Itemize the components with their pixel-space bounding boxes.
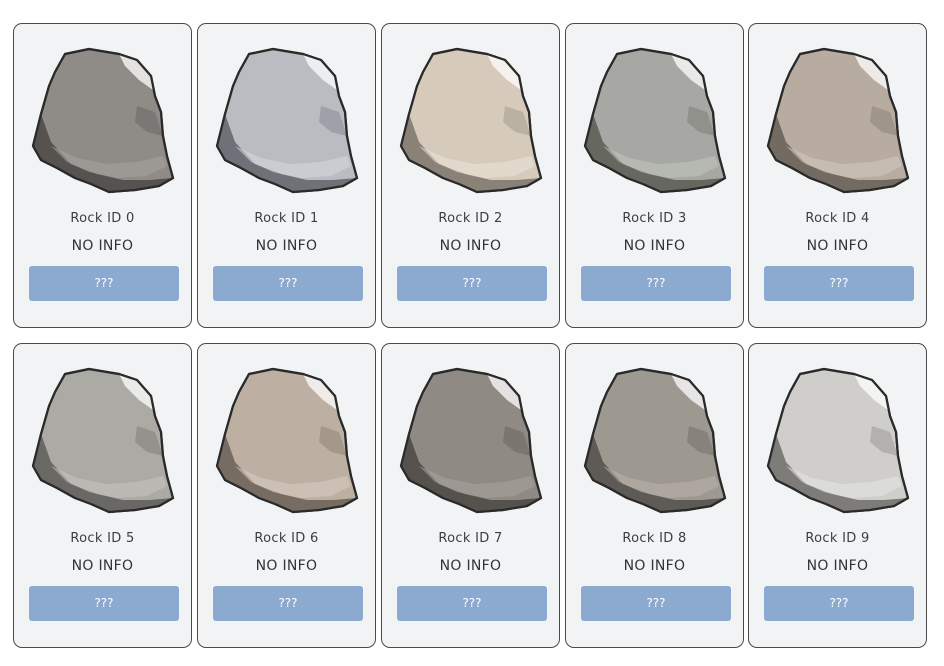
rock-card-1: Rock ID 1 NO INFO ???: [197, 23, 376, 328]
rock-image: [762, 46, 914, 196]
rock-action-button[interactable]: ???: [29, 586, 179, 621]
rock-image: [395, 366, 547, 516]
rock-id-label: Rock ID 0: [70, 211, 135, 226]
rock-action-button[interactable]: ???: [397, 586, 547, 621]
rock-id-label: Rock ID 4: [805, 211, 870, 226]
rock-action-button[interactable]: ???: [213, 266, 363, 301]
rock-action-button[interactable]: ???: [581, 266, 731, 301]
rock-card-6: Rock ID 6 NO INFO ???: [197, 343, 376, 648]
rock-card-2: Rock ID 2 NO INFO ???: [381, 23, 560, 328]
rock-card-9: Rock ID 9 NO INFO ???: [748, 343, 927, 648]
rock-image: [579, 46, 731, 196]
rock-id-label: Rock ID 9: [805, 531, 870, 546]
rock-info-text: NO INFO: [255, 238, 318, 254]
rock-image: [762, 366, 914, 516]
rock-id-label: Rock ID 5: [70, 531, 135, 546]
rock-card-5: Rock ID 5 NO INFO ???: [13, 343, 192, 648]
rock-info-text: NO INFO: [255, 558, 318, 574]
rock-info-text: NO INFO: [439, 558, 502, 574]
rock-action-button[interactable]: ???: [764, 586, 914, 621]
rock-action-button[interactable]: ???: [581, 586, 731, 621]
rock-id-label: Rock ID 6: [254, 531, 319, 546]
rock-action-button[interactable]: ???: [397, 266, 547, 301]
rock-image: [579, 366, 731, 516]
rock-info-text: NO INFO: [71, 238, 134, 254]
rock-action-button[interactable]: ???: [764, 266, 914, 301]
rock-id-label: Rock ID 8: [622, 531, 687, 546]
rock-info-text: NO INFO: [439, 238, 502, 254]
rock-id-label: Rock ID 7: [438, 531, 503, 546]
rock-card-8: Rock ID 8 NO INFO ???: [565, 343, 744, 648]
rock-image: [211, 46, 363, 196]
rock-id-label: Rock ID 2: [438, 211, 503, 226]
rock-image: [27, 366, 179, 516]
rock-image: [27, 46, 179, 196]
rock-card-grid: Rock ID 0 NO INFO ??? Rock ID 1 NO INFO …: [0, 0, 944, 666]
rock-id-label: Rock ID 3: [622, 211, 687, 226]
rock-card-3: Rock ID 3 NO INFO ???: [565, 23, 744, 328]
rock-action-button[interactable]: ???: [29, 266, 179, 301]
rock-id-label: Rock ID 1: [254, 211, 319, 226]
rock-card-0: Rock ID 0 NO INFO ???: [13, 23, 192, 328]
rock-info-text: NO INFO: [71, 558, 134, 574]
rock-image: [395, 46, 547, 196]
rock-info-text: NO INFO: [806, 238, 869, 254]
rock-image: [211, 366, 363, 516]
rock-info-text: NO INFO: [623, 558, 686, 574]
rock-action-button[interactable]: ???: [213, 586, 363, 621]
rock-info-text: NO INFO: [806, 558, 869, 574]
rock-info-text: NO INFO: [623, 238, 686, 254]
rock-card-7: Rock ID 7 NO INFO ???: [381, 343, 560, 648]
rock-card-4: Rock ID 4 NO INFO ???: [748, 23, 927, 328]
